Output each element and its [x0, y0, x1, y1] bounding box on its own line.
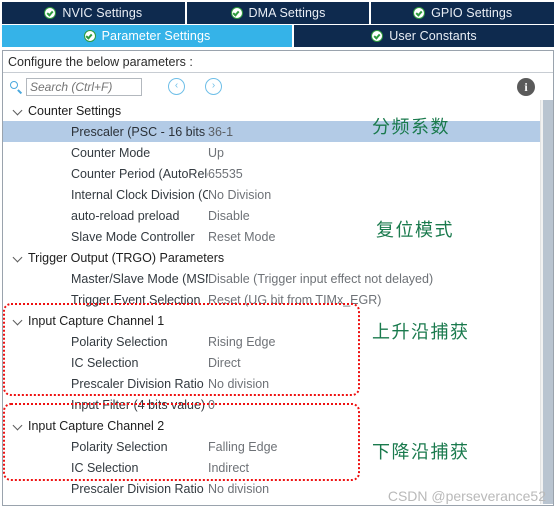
tree-group-trigger-output[interactable]: Trigger Output (TRGO) Parameters	[3, 247, 553, 268]
param-name: Master/Slave Mode (MSM bit)	[71, 271, 208, 286]
table-row[interactable]: Polarity Selection Falling Edge	[3, 436, 553, 457]
param-value[interactable]: No division	[208, 482, 269, 496]
check-circle-icon	[230, 7, 243, 19]
scrollbar-thumb[interactable]	[543, 100, 553, 504]
param-value[interactable]: No Division	[208, 188, 271, 202]
param-name: Counter Period (AutoReload Regi...	[71, 166, 208, 181]
param-name: Prescaler Division Ratio	[71, 376, 204, 391]
chevron-down-icon[interactable]	[13, 315, 24, 326]
group-label: Input Capture Channel 1	[28, 313, 165, 328]
tab-dma-settings[interactable]: DMA Settings	[186, 2, 372, 24]
previous-match-button[interactable]: ‹	[168, 78, 185, 95]
table-row[interactable]: Slave Mode Controller Reset Mode	[3, 226, 553, 247]
cubemx-parameter-settings-window: NVIC Settings DMA Settings GPIO Settings…	[0, 0, 556, 508]
param-value[interactable]: Falling Edge	[208, 440, 278, 454]
param-value[interactable]: Rising Edge	[208, 335, 275, 349]
param-name: Polarity Selection	[71, 334, 168, 349]
param-name: Prescaler Division Ratio	[71, 481, 204, 496]
param-value[interactable]: Reset Mode	[208, 230, 275, 244]
next-match-button[interactable]: ›	[205, 78, 222, 95]
parameters-panel: Configure the below parameters : ‹ › i C…	[2, 50, 554, 506]
tab-nvic-settings[interactable]: NVIC Settings	[2, 2, 187, 24]
param-name: Internal Clock Division (CKD)	[71, 187, 208, 202]
table-row[interactable]: Prescaler (PSC - 16 bits value) 36-1	[3, 121, 553, 142]
chevron-down-icon[interactable]	[13, 105, 24, 116]
group-label: Counter Settings	[28, 103, 122, 118]
search-icon	[9, 80, 23, 94]
chevron-down-icon[interactable]	[13, 420, 24, 431]
param-value[interactable]: Disable (Trigger input effect not delaye…	[208, 272, 433, 286]
group-label: Trigger Output (TRGO) Parameters	[28, 250, 225, 265]
table-row[interactable]: Input Filter (4 bits value) 0	[3, 394, 553, 415]
tab-parameter-settings[interactable]: Parameter Settings	[2, 25, 294, 47]
param-value[interactable]: 0	[208, 398, 215, 412]
param-value[interactable]: Direct	[208, 356, 241, 370]
configure-label: Configure the below parameters :	[3, 51, 553, 73]
param-value[interactable]: Reset (UG bit from TIMx_EGR)	[208, 293, 381, 307]
check-circle-icon	[44, 7, 57, 19]
table-row[interactable]: Internal Clock Division (CKD) No Divisio…	[3, 184, 553, 205]
tab-bar-row-2: Parameter Settings User Constants	[0, 24, 556, 49]
param-name: auto-reload preload	[71, 208, 180, 223]
table-row[interactable]: IC Selection Direct	[3, 352, 553, 373]
chevron-down-icon[interactable]	[13, 252, 24, 263]
param-value[interactable]: Up	[208, 146, 224, 160]
param-name: Input Filter (4 bits value)	[71, 397, 206, 412]
table-row[interactable]: Master/Slave Mode (MSM bit) Disable (Tri…	[3, 268, 553, 289]
parameters-tree: Counter Settings Prescaler (PSC - 16 bit…	[3, 100, 553, 504]
check-circle-icon	[371, 30, 384, 42]
param-name: IC Selection	[71, 460, 139, 475]
param-value[interactable]: Disable	[208, 209, 250, 223]
param-name: Prescaler (PSC - 16 bits value)	[71, 124, 208, 139]
tab-label: GPIO Settings	[431, 5, 513, 20]
table-row[interactable]: Prescaler Division Ratio No division	[3, 373, 553, 394]
tree-group-counter-settings[interactable]: Counter Settings	[3, 100, 553, 121]
vertical-scrollbar[interactable]	[540, 100, 553, 504]
param-name: Counter Mode	[71, 145, 151, 160]
param-name: Polarity Selection	[71, 439, 168, 454]
tab-user-constants[interactable]: User Constants	[294, 25, 554, 47]
tree-group-input-capture-channel-2[interactable]: Input Capture Channel 2	[3, 415, 553, 436]
tab-label: NVIC Settings	[62, 5, 143, 20]
watermark: CSDN @perseverance52	[387, 488, 546, 504]
search-toolbar: ‹ › i	[3, 73, 553, 100]
tree-group-input-capture-channel-1[interactable]: Input Capture Channel 1	[3, 310, 553, 331]
param-name: Trigger Event Selection	[71, 292, 201, 307]
param-value[interactable]: 65535	[208, 167, 243, 181]
param-value[interactable]: 36-1	[208, 125, 233, 139]
param-name: Slave Mode Controller	[71, 229, 195, 244]
param-name: IC Selection	[71, 355, 139, 370]
table-row[interactable]: Counter Mode Up	[3, 142, 553, 163]
param-value[interactable]: No division	[208, 377, 269, 391]
tab-label: Parameter Settings	[101, 28, 211, 43]
table-row[interactable]: Polarity Selection Rising Edge	[3, 331, 553, 352]
check-circle-icon	[83, 30, 96, 42]
tab-bar-row-1: NVIC Settings DMA Settings GPIO Settings	[0, 0, 556, 24]
tab-label: DMA Settings	[248, 5, 326, 20]
table-row[interactable]: Counter Period (AutoReload Regi... 65535	[3, 163, 553, 184]
table-row[interactable]: auto-reload preload Disable	[3, 205, 553, 226]
group-label: Input Capture Channel 2	[28, 418, 165, 433]
table-row[interactable]: Trigger Event Selection Reset (UG bit fr…	[3, 289, 553, 310]
param-value[interactable]: Indirect	[208, 461, 249, 475]
check-circle-icon	[413, 7, 426, 19]
tab-gpio-settings[interactable]: GPIO Settings	[371, 2, 555, 24]
tab-label: User Constants	[389, 28, 477, 43]
search-input[interactable]	[26, 77, 142, 96]
table-row[interactable]: IC Selection Indirect	[3, 457, 553, 478]
info-icon[interactable]: i	[517, 77, 535, 96]
